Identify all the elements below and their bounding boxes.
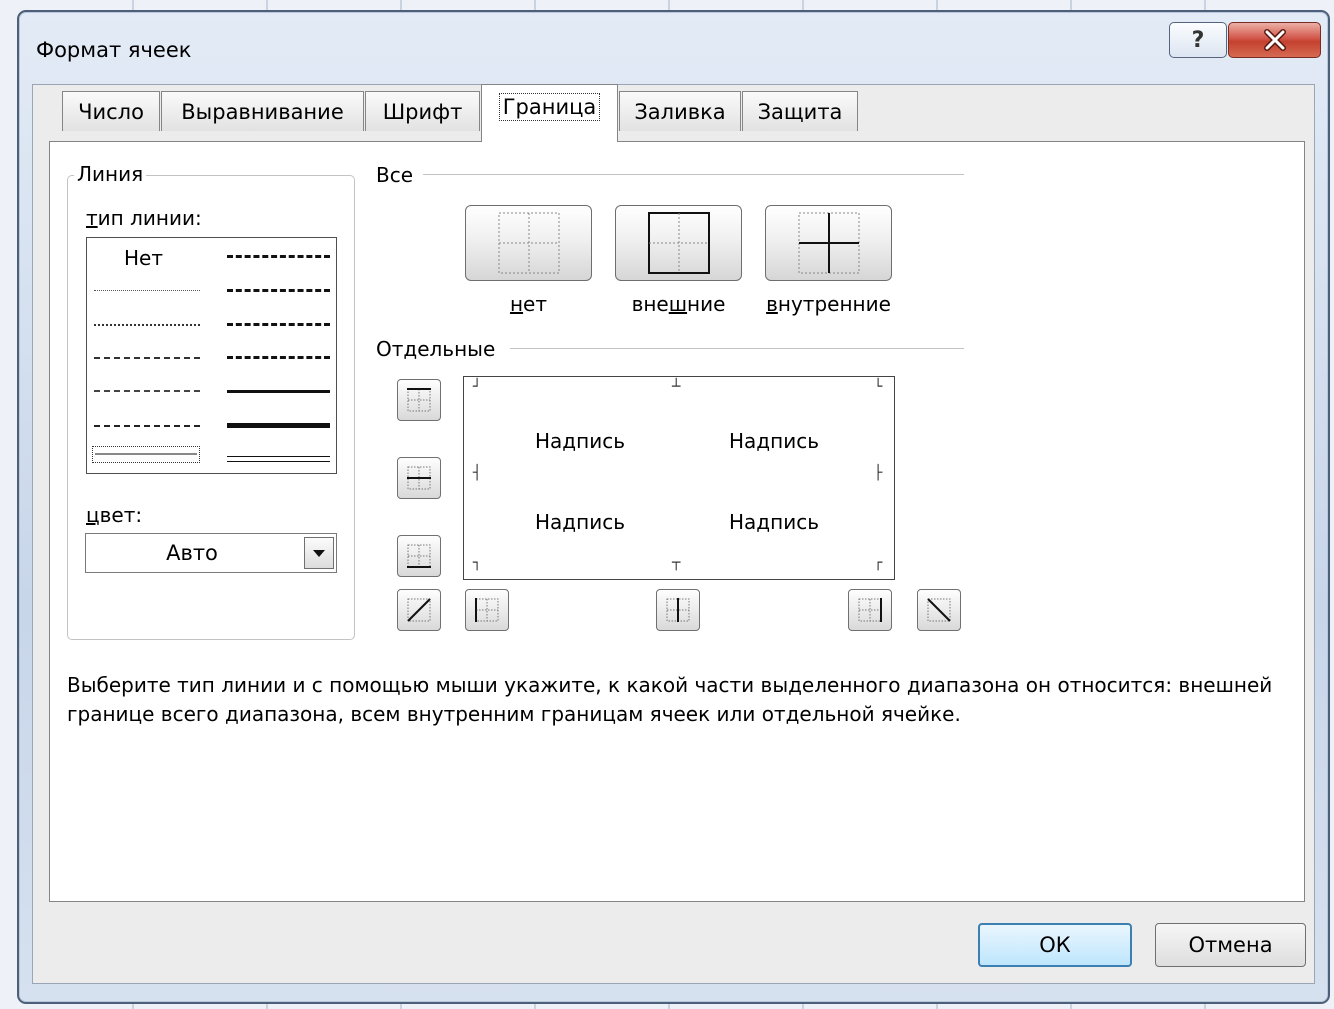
corner-mark: ┤ [473,465,482,481]
border-diagonal-up-button[interactable] [397,589,441,631]
border-bottom-icon [407,544,431,568]
border-inside-horizontal-button[interactable] [397,457,441,499]
corner-mark: ┴ [672,379,681,395]
corner-mark: ├ [874,465,883,481]
corner-mark: ┬ [672,555,681,571]
line-style-slanted-dash-dot[interactable] [227,289,330,292]
preset-outline-label: внешние [631,292,726,316]
corner-mark: ┐ [473,555,482,571]
preset-none-label: нет [509,292,548,316]
line-style-medium-dash-dot-dot[interactable] [227,255,330,258]
preset-none-button[interactable] [465,205,592,281]
color-value: Авто [166,541,218,565]
border-top-icon [407,388,431,412]
line-style-medium[interactable] [227,390,330,393]
border-top-button[interactable] [397,379,441,421]
line-style-medium-dashed[interactable] [227,356,330,359]
line-group-title: Линия [74,162,147,186]
corner-mark: └ [874,379,883,395]
dropdown-arrow-icon[interactable] [304,537,334,569]
color-dropdown[interactable]: Авто [85,533,337,573]
border-separator [510,348,964,349]
border-left-button[interactable] [465,589,509,631]
cancel-button[interactable]: Отмена [1155,923,1306,967]
line-style-dotted[interactable] [94,324,200,326]
preview-text: Надпись [729,429,819,453]
preview-text: Надпись [535,429,625,453]
border-none-icon [498,212,559,274]
line-style-list[interactable]: Нет [86,237,337,474]
border-diagonal-down-button[interactable] [917,589,961,631]
border-left-icon [475,598,499,622]
corner-mark: ┘ [473,379,482,395]
preset-outline-button[interactable] [615,205,742,281]
border-right-button[interactable] [848,589,892,631]
corner-mark: ┌ [874,555,883,571]
line-style-dash-dot-dot[interactable] [94,357,200,359]
help-description: Выберите тип линии и с помощью мыши укаж… [67,673,1273,726]
preset-inside-button[interactable] [765,205,892,281]
line-style-hair[interactable] [94,290,200,291]
diagonal-up-icon [407,598,431,622]
border-section-title: Отдельные [376,337,496,361]
border-right-icon [858,598,882,622]
presets-separator [423,174,964,175]
border-inside-icon [798,212,859,274]
line-style-double[interactable] [227,456,330,462]
preset-inside-label: внутренние [766,292,891,316]
border-bottom-button[interactable] [397,535,441,577]
border-inside-horizontal-icon [407,466,431,490]
border-inside-vertical-icon [666,598,690,622]
border-outline-icon [647,212,710,274]
border-inside-vertical-button[interactable] [656,589,700,631]
line-style-dash-dot[interactable] [94,390,200,392]
preview-text: Надпись [535,510,625,534]
line-style-none[interactable]: Нет [124,246,163,270]
presets-title: Все [376,163,414,187]
line-style-label: тип линии: [86,206,202,230]
color-label: цвет: [86,503,143,527]
line-style-thick[interactable] [227,423,330,428]
ok-button[interactable]: ОК [978,923,1132,967]
line-style-dashed[interactable] [94,425,200,427]
preview-text: Надпись [729,510,819,534]
line-style-medium-dash-dot[interactable] [227,323,330,326]
diagonal-down-icon [927,598,951,622]
line-style-thin-selected[interactable] [92,446,200,463]
border-preview[interactable]: ┘ ┴ └ ┤ ├ ┐ ┬ ┌ Надпись Надпись Надпись … [463,376,895,580]
